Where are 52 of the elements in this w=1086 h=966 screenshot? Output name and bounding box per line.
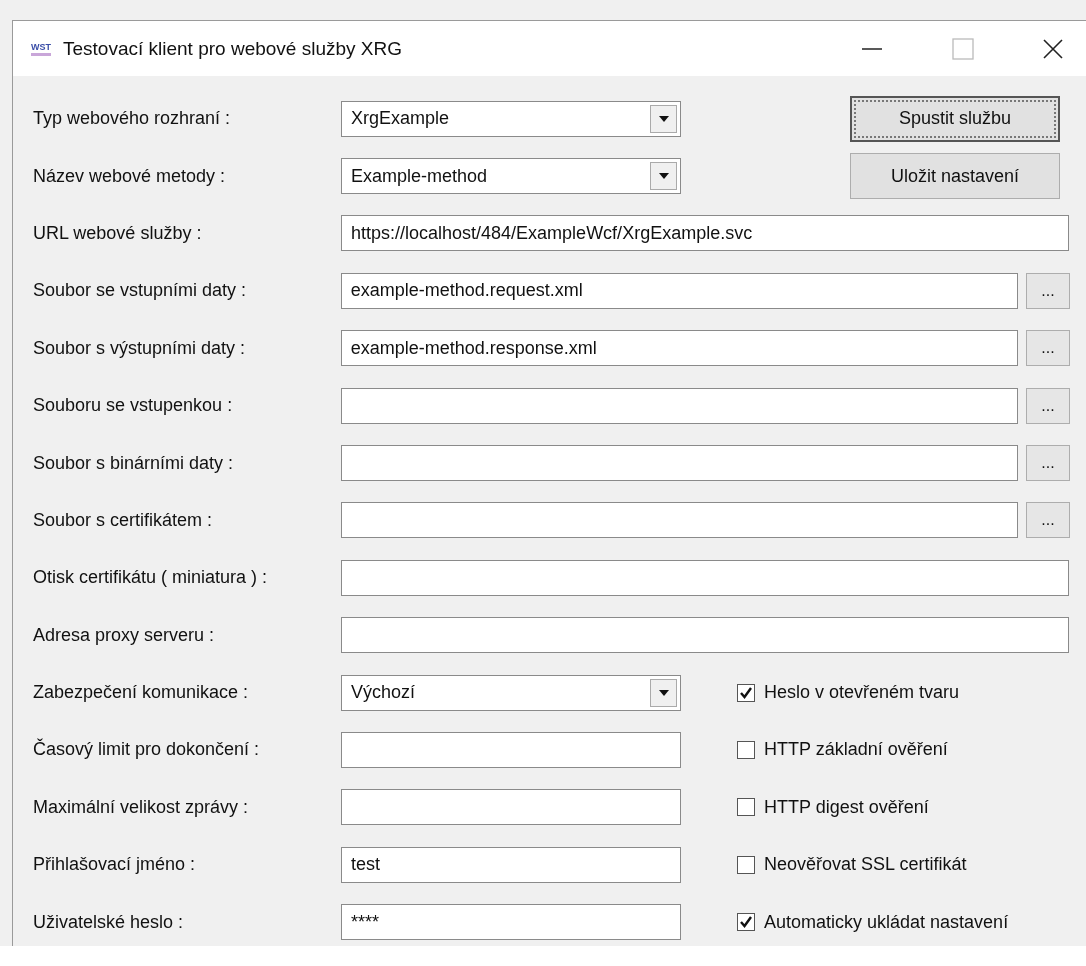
field-label: Typ webového rozhraní : <box>33 108 232 130</box>
browse-button[interactable]: ... <box>1026 330 1070 367</box>
caret-icon <box>657 688 670 697</box>
checkbox[interactable] <box>737 913 755 932</box>
input-field[interactable] <box>341 732 681 768</box>
field-label: Soubor s výstupními daty : <box>33 337 247 359</box>
checkbox[interactable] <box>737 798 755 817</box>
input-field[interactable] <box>341 789 681 826</box>
field-label: Adresa proxy serveru : <box>33 624 216 646</box>
checkbox[interactable] <box>737 741 755 759</box>
field-label: Časový limit pro dokončení : <box>33 739 261 761</box>
input-field[interactable] <box>341 617 1069 654</box>
field-label: Název webové metody : <box>33 165 227 187</box>
browse-button[interactable]: ... <box>1026 445 1070 482</box>
checkbox-label[interactable]: Heslo v otevřeném tvaru <box>764 682 960 704</box>
field-label: Maximální velikost zprávy : <box>33 796 250 818</box>
browse-button[interactable]: ... <box>1026 272 1070 309</box>
input-field[interactable] <box>341 559 1069 596</box>
dropdown[interactable]: XrgExample <box>341 100 681 137</box>
caret-icon <box>657 114 670 123</box>
action-button[interactable]: Spustit službu <box>850 95 1060 142</box>
input-field[interactable] <box>340 387 1019 424</box>
input-field[interactable]: https://localhost/484/ExampleWcf/XrgExample.svc <box>341 215 1069 252</box>
caret-icon <box>657 172 670 181</box>
field-label: Přihlašovací jméno : <box>33 854 197 876</box>
browse-button[interactable]: ... <box>1026 387 1070 424</box>
field-label: Soubor s certifikátem : <box>33 509 214 531</box>
field-label: Soubor se vstupními daty : <box>33 280 248 302</box>
field-label: Zabezpečení komunikace : <box>33 682 250 704</box>
close-icon[interactable] <box>1042 37 1064 60</box>
input-field[interactable] <box>340 445 1019 482</box>
browse-button[interactable]: ... <box>1026 502 1070 539</box>
dropdown[interactable]: Example-method <box>341 158 681 195</box>
input-field[interactable]: example-method.request.xml <box>340 272 1019 309</box>
field-label: Uživatelské heslo : <box>33 911 185 933</box>
input-field[interactable]: **** <box>341 904 681 941</box>
checkbox[interactable] <box>737 683 755 702</box>
checkbox-label[interactable]: Neověřovat SSL certifikát <box>764 854 967 876</box>
checkbox-label[interactable]: Automaticky ukládat nastavení <box>764 911 1009 933</box>
field-label: Soubor s binárními daty : <box>33 452 235 474</box>
input-field[interactable]: example-method.response.xml <box>340 330 1019 367</box>
field-label: Souboru se vstupenkou : <box>33 395 234 417</box>
action-button[interactable]: Uložit nastavení <box>850 153 1060 200</box>
input-field[interactable]: test <box>341 846 681 883</box>
field-label: Otisk certifikátu ( miniatura ) : <box>33 567 269 589</box>
checkbox[interactable] <box>737 855 755 874</box>
dropdown[interactable]: Výchozí <box>341 674 681 711</box>
checkbox-label[interactable]: HTTP základní ověření <box>764 739 948 761</box>
input-field[interactable] <box>340 502 1019 539</box>
checkbox-label[interactable]: HTTP digest ověření <box>764 796 929 818</box>
window-title: Testovací klient pro webové služby XRG <box>63 37 403 60</box>
field-label: URL webové služby : <box>33 222 203 244</box>
